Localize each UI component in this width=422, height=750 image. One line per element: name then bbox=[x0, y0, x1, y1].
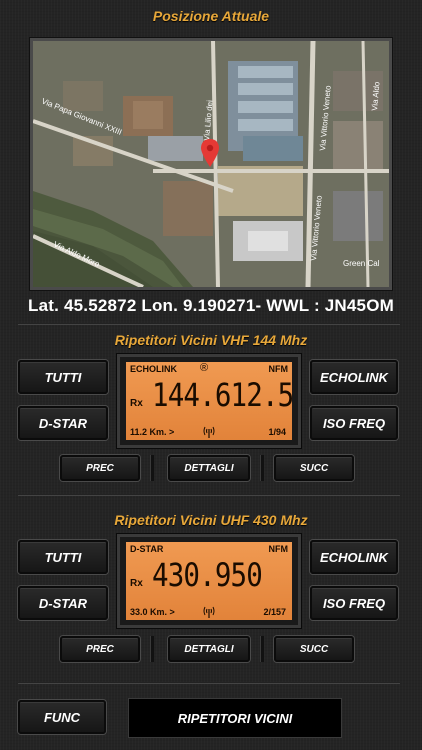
coordinates-text: Lat. 45.52872 Lon. 9.190271- WWL : JN45O… bbox=[28, 296, 394, 315]
uhf-title: Ripetitori Vicini UHF 430 Mhz bbox=[114, 512, 308, 528]
separator bbox=[150, 636, 154, 662]
vhf-dettagli-button[interactable]: DETTAGLI bbox=[168, 455, 250, 481]
divider bbox=[18, 323, 400, 325]
antenna-icon bbox=[203, 606, 215, 618]
antenna-icon bbox=[203, 426, 215, 438]
separator bbox=[260, 455, 264, 481]
vhf-dstar-button[interactable]: D-STAR bbox=[18, 406, 108, 440]
location-pin-icon bbox=[201, 139, 219, 167]
lcd-rx-label: Rx bbox=[130, 578, 143, 589]
uhf-prec-button[interactable]: PREC bbox=[60, 636, 140, 662]
vhf-title: Ripetitori Vicini VHF 144 Mhz bbox=[114, 332, 308, 348]
vhf-succ-button[interactable]: SUCC bbox=[274, 455, 354, 481]
divider bbox=[18, 682, 400, 684]
separator bbox=[150, 455, 154, 481]
registered-icon: ® bbox=[200, 362, 209, 374]
vhf-prec-button[interactable]: PREC bbox=[60, 455, 140, 481]
uhf-lcd-display[interactable]: D-STAR NFM Rx 430.950 33.0 Km. > 2/157 bbox=[117, 534, 301, 628]
uhf-dstar-button[interactable]: D-STAR bbox=[18, 586, 108, 620]
separator bbox=[260, 636, 264, 662]
map-place-label: Green Cal bbox=[343, 259, 380, 268]
func-button[interactable]: FUNC bbox=[18, 700, 106, 734]
uhf-tutti-button[interactable]: TUTTI bbox=[18, 540, 108, 574]
mode-display: RIPETITORI VICINI bbox=[128, 698, 342, 738]
lcd-modulation: NFM bbox=[268, 544, 289, 554]
vhf-isofreq-button[interactable]: ISO FREQ bbox=[310, 406, 398, 440]
lcd-index: 1/94 bbox=[268, 427, 286, 437]
lcd-distance: 11.2 Km. > bbox=[130, 427, 175, 437]
lcd-rx-label: Rx bbox=[130, 398, 143, 409]
map-view[interactable]: Via Papa Giovanni XXIII Via Aldo Moro Vi… bbox=[30, 38, 392, 290]
lcd-distance: 33.0 Km. > bbox=[130, 607, 175, 617]
lcd-index: 2/157 bbox=[263, 607, 286, 617]
vhf-tutti-button[interactable]: TUTTI bbox=[18, 360, 108, 394]
uhf-succ-button[interactable]: SUCC bbox=[274, 636, 354, 662]
lcd-frequency: 144.612.5 bbox=[152, 376, 294, 414]
lcd-modulation: NFM bbox=[268, 364, 289, 374]
uhf-isofreq-button[interactable]: ISO FREQ bbox=[310, 586, 398, 620]
uhf-echolink-button[interactable]: ECHOLINK bbox=[310, 540, 398, 574]
lcd-mode: ECHOLINK bbox=[130, 364, 177, 374]
vhf-echolink-button[interactable]: ECHOLINK bbox=[310, 360, 398, 394]
lcd-frequency: 430.950 bbox=[152, 556, 263, 594]
divider bbox=[18, 494, 400, 496]
position-title: Posizione Attuale bbox=[152, 8, 270, 24]
vhf-lcd-display[interactable]: ECHOLINK ® NFM Rx 144.612.5 11.2 Km. > 1… bbox=[117, 354, 301, 448]
uhf-dettagli-button[interactable]: DETTAGLI bbox=[168, 636, 250, 662]
lcd-mode: D-STAR bbox=[130, 544, 164, 554]
